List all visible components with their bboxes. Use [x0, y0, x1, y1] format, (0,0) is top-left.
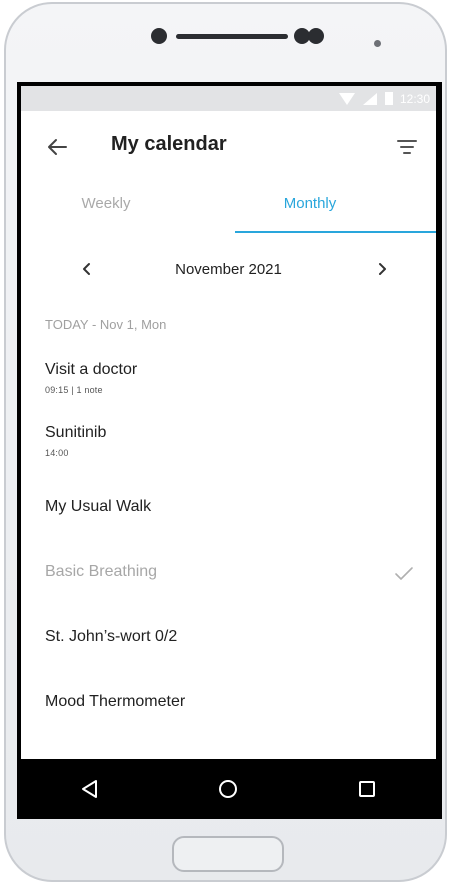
app-content: My calendar Weekly Monthly November 2021	[21, 111, 436, 759]
back-button[interactable]	[45, 135, 69, 159]
status-bar: 12:30	[21, 86, 436, 111]
list-item[interactable]: St. John’s-wort 0/2	[45, 628, 415, 646]
tab-weekly[interactable]: Weekly	[26, 195, 186, 212]
proximity-sensor	[374, 40, 381, 47]
sensor-dot	[308, 28, 324, 44]
app-bar: My calendar	[21, 111, 436, 181]
triangle-back-icon	[82, 780, 98, 798]
next-month-button[interactable]	[370, 257, 394, 281]
page-title: My calendar	[111, 133, 227, 155]
system-nav-bar	[21, 759, 436, 819]
list-item[interactable]: Visit a doctor 09:15 | 1 note	[45, 361, 415, 395]
check-icon	[395, 567, 413, 580]
wifi-icon	[338, 92, 355, 105]
item-name: My Usual Walk	[45, 498, 152, 515]
chevron-right-icon	[379, 263, 386, 275]
filter-icon	[397, 140, 417, 154]
month-navigator: November 2021	[21, 257, 436, 287]
item-name: Visit a doctor	[45, 361, 138, 378]
device-screen: 12:30 My calendar Weekly Monthly Novembe…	[17, 82, 442, 819]
nav-recents-button[interactable]	[353, 775, 381, 803]
filter-button[interactable]	[396, 136, 418, 158]
arrow-left-icon	[48, 139, 67, 155]
list-item[interactable]: Mood Thermometer	[45, 693, 415, 711]
nav-back-button[interactable]	[76, 775, 104, 803]
status-time: 12:30	[399, 91, 430, 106]
item-name: Mood Thermometer	[45, 693, 186, 710]
front-camera-dot	[151, 28, 167, 44]
completed-check	[393, 563, 415, 585]
tab-monthly[interactable]: Monthly	[230, 195, 390, 212]
item-meta: 14:00	[45, 448, 69, 458]
item-name: Basic Breathing	[45, 563, 158, 580]
battery-icon	[384, 92, 393, 105]
cellular-signal-icon	[362, 92, 377, 105]
earpiece-speaker	[176, 34, 288, 39]
list-item[interactable]: Sunitinib 14:00	[45, 424, 415, 458]
square-recents-icon	[358, 781, 375, 797]
day-header: TODAY - Nov 1, Mon	[45, 317, 167, 332]
list-item[interactable]: Basic Breathing	[45, 563, 415, 581]
list-item[interactable]: My Usual Walk	[45, 498, 415, 516]
hardware-home-button[interactable]	[172, 836, 284, 872]
active-tab-indicator	[235, 231, 436, 233]
item-meta: 09:15 | 1 note	[45, 385, 103, 395]
nav-home-button[interactable]	[214, 775, 242, 803]
item-name: St. John’s-wort 0/2	[45, 628, 178, 645]
item-name: Sunitinib	[45, 424, 107, 441]
view-tabs: Weekly Monthly	[21, 181, 436, 233]
circle-home-icon	[219, 780, 238, 798]
